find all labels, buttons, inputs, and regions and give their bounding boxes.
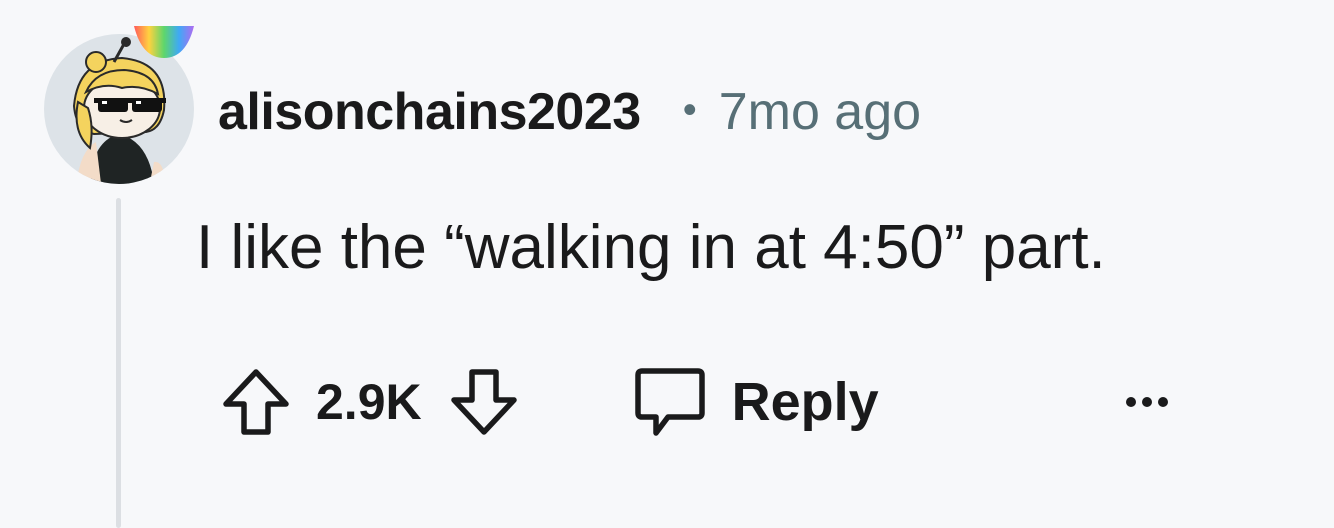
reply-label: Reply — [731, 372, 879, 432]
downvote-arrow-icon[interactable] — [446, 364, 522, 440]
username-link[interactable]: alisonchains2023 — [218, 82, 641, 142]
avatar[interactable] — [36, 22, 202, 188]
reply-button[interactable]: Reply — [634, 365, 879, 439]
comment-actions: 2.9K Reply — [218, 360, 879, 444]
comment-bubble-icon — [634, 365, 706, 439]
more-options-button[interactable] — [1122, 380, 1172, 424]
comment-header: alisonchains2023 • 7mo ago — [218, 74, 921, 150]
timestamp[interactable]: 7mo ago — [719, 82, 921, 142]
vote-count: 2.9K — [316, 374, 422, 430]
upvote-arrow-icon[interactable] — [218, 364, 294, 440]
more-options-icon — [1122, 395, 1172, 409]
comment-body: I like the “walking in at 4:50” part. — [196, 213, 1106, 282]
thread-line[interactable] — [116, 198, 121, 528]
meta-separator: • — [682, 87, 697, 132]
